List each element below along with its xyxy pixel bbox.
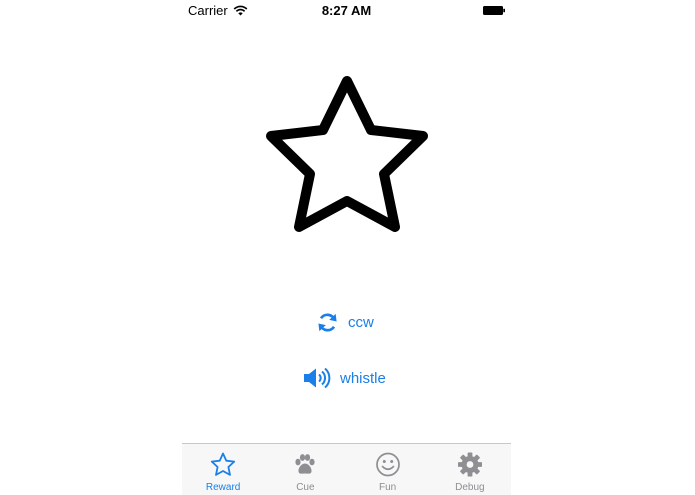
status-time: 8:27 AM xyxy=(321,3,372,18)
whistle-label: whistle xyxy=(340,369,386,387)
star-outline-icon xyxy=(266,76,428,232)
tab-debug[interactable]: Debug xyxy=(429,444,511,495)
refresh-icon xyxy=(318,313,337,332)
ccw-button[interactable]: ccw xyxy=(316,311,374,334)
status-bar: Carrier 8:27 AM xyxy=(182,0,511,22)
tab-cue[interactable]: Cue xyxy=(264,444,346,495)
tab-label: Cue xyxy=(296,482,315,493)
tab-label: Fun xyxy=(379,482,397,493)
battery-icon xyxy=(483,6,505,15)
star-icon xyxy=(211,452,236,476)
tab-label: Debug xyxy=(455,482,485,493)
gear-icon xyxy=(457,452,482,477)
speaker-icon xyxy=(304,367,331,389)
tab-fun[interactable]: Fun xyxy=(347,444,429,495)
whistle-button[interactable]: whistle xyxy=(303,367,386,389)
ccw-label: ccw xyxy=(348,314,374,331)
tab-reward[interactable]: Reward xyxy=(182,444,264,495)
smiley-icon xyxy=(375,452,400,477)
tab-label: Reward xyxy=(205,482,241,493)
phone-screen: Carrier 8:27 AM ccw whistle Reward Cue F… xyxy=(182,0,511,495)
tab-bar: Reward Cue Fun Debug xyxy=(182,443,511,495)
paw-icon xyxy=(295,454,315,474)
